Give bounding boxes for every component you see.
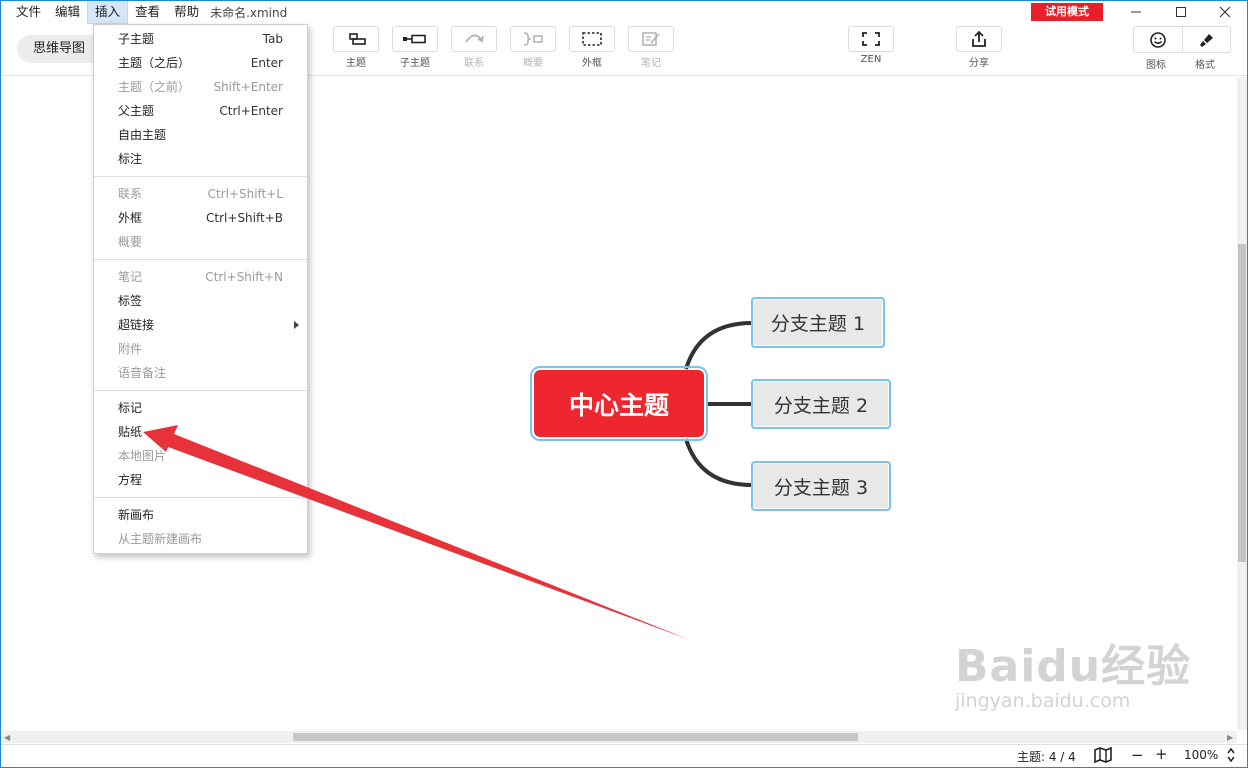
annotation-arrow-shaft [160, 430, 690, 640]
annotation-arrow [143, 425, 690, 640]
